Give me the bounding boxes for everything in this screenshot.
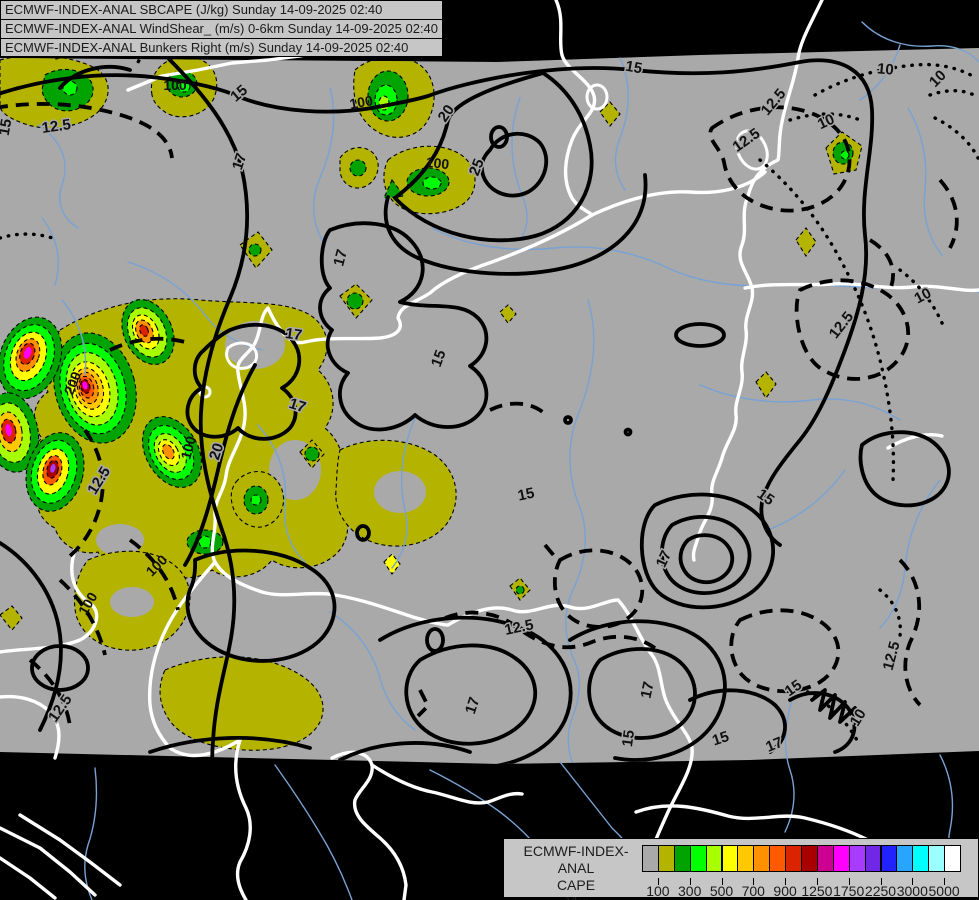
legend-color-cell bbox=[912, 845, 930, 872]
legend-color-cell bbox=[848, 845, 866, 872]
legend-color-cell bbox=[705, 845, 723, 872]
legend-parameter: CAPE bbox=[556, 877, 596, 893]
legend-color-cell bbox=[816, 845, 834, 872]
contour-label-17: 17 bbox=[284, 325, 303, 344]
legend-model-name: ECMWF-INDEX-ANAL bbox=[523, 843, 629, 876]
legend-tick-label: 5000 bbox=[928, 883, 960, 899]
contour-label-10: 10 bbox=[876, 60, 894, 78]
contour-label-17: 17 bbox=[638, 680, 658, 700]
title-line-windshear: ECMWF-INDEX-ANAL WindShear_ (m/s) 0-6km … bbox=[0, 19, 444, 38]
legend-color-cell bbox=[864, 845, 882, 872]
title-block: ECMWF-INDEX-ANAL SBCAPE (J/kg) Sunday 14… bbox=[0, 0, 444, 57]
weather-map: 15 12.51517100100100202515 10 101012.512.51… bbox=[0, 0, 979, 900]
legend-color-cell bbox=[928, 845, 946, 872]
legend-color-cell bbox=[673, 845, 691, 872]
legend-color-cell bbox=[880, 845, 898, 872]
weather-map-screen: 15 12.5 15 17 100 100 100 20 25 15 10 10 10 12.5 12.5 1… bbox=[0, 0, 979, 900]
legend-color-cell bbox=[689, 845, 707, 872]
legend-color-cell bbox=[896, 845, 914, 872]
legend-color-cell bbox=[642, 845, 659, 872]
title-line-bunkers: ECMWF-INDEX-ANAL Bunkers Right (m/s) Sun… bbox=[0, 38, 444, 57]
contour-label-100: 100 bbox=[425, 154, 450, 172]
cape-legend: ECMWF-INDEX-ANAL CAPE J/kg 1003005007009… bbox=[503, 838, 979, 900]
legend-color-cell bbox=[944, 845, 961, 872]
contour-label-15: 15 bbox=[516, 485, 536, 505]
legend-color-cell bbox=[737, 845, 755, 872]
legend-color-cell bbox=[769, 845, 787, 872]
legend-color-cell bbox=[832, 845, 850, 872]
legend-color-cell bbox=[801, 845, 818, 872]
legend-units: J/kg bbox=[512, 894, 640, 900]
legend-color-cell bbox=[753, 845, 771, 872]
title-line-sbcape: ECMWF-INDEX-ANAL SBCAPE (J/kg) Sunday 14… bbox=[0, 0, 444, 19]
legend-color-cell bbox=[721, 845, 739, 872]
legend-color-cell bbox=[657, 845, 675, 872]
legend-text: ECMWF-INDEX-ANAL CAPE J/kg bbox=[512, 843, 640, 900]
contour-label-15: 15 bbox=[624, 58, 643, 78]
contour-label-100: 100 bbox=[163, 77, 187, 93]
legend-color-cell bbox=[785, 845, 802, 872]
contour-label-15: 15 bbox=[619, 729, 638, 748]
